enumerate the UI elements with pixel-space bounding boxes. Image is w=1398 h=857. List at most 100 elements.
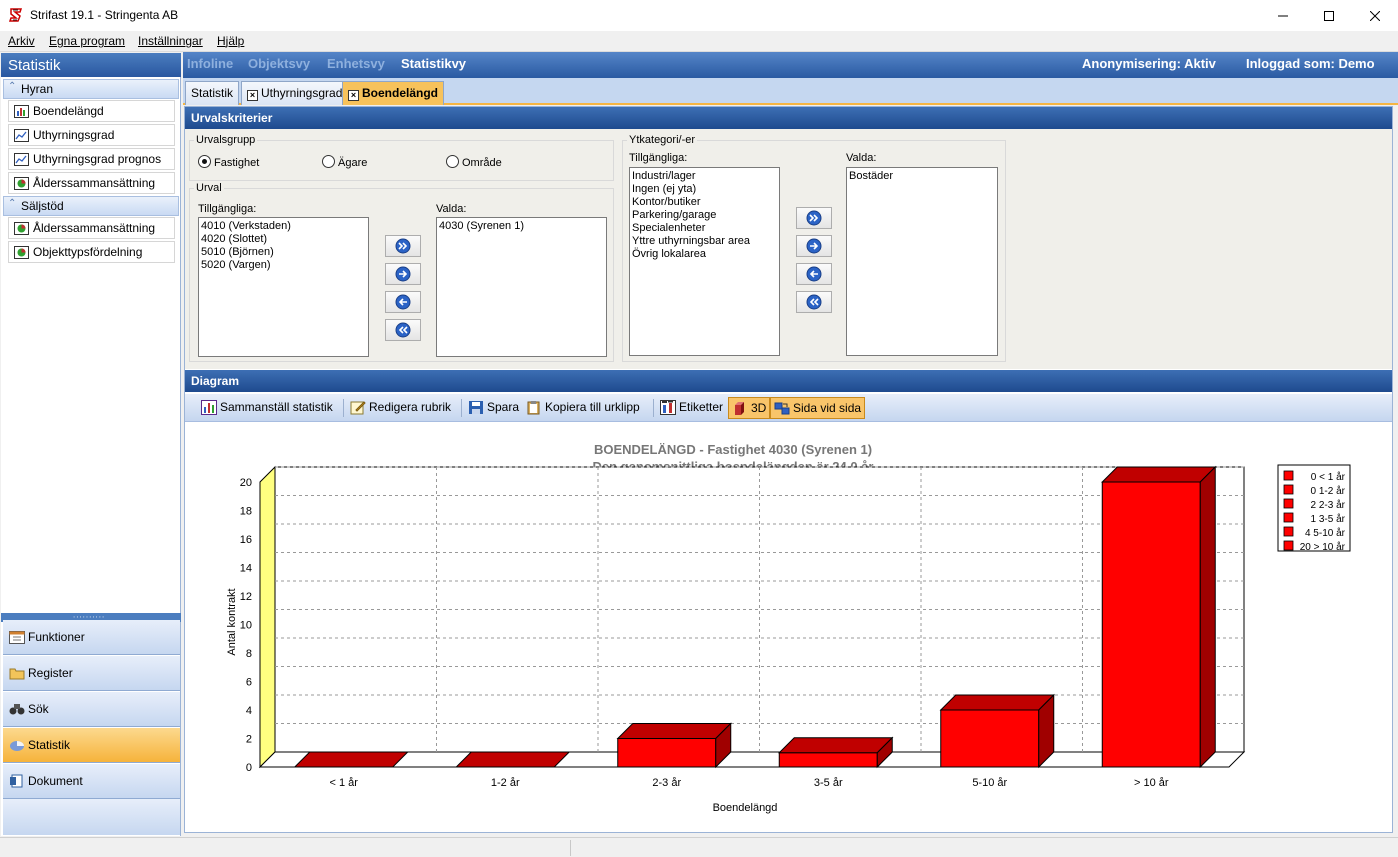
list-item[interactable]: Bostäder [849,170,995,183]
sidebar-item-alderssammansattning-saljstod[interactable]: Ålderssammansättning [8,217,175,239]
title-bar: Strifast 19.1 - Stringenta AB [0,0,1398,31]
list-item[interactable]: Parkering/garage [632,209,777,222]
yt-selected-label: Valda: [846,152,877,164]
link-infoline[interactable]: Infoline [187,56,233,71]
double-arrow-left-icon [395,322,411,338]
sidebar-item-alderssammansattning[interactable]: Ålderssammansättning [8,172,175,194]
maximize-button[interactable] [1306,0,1352,31]
y-tick-label: 8 [246,648,252,660]
side-by-side-button[interactable]: Sida vid sida [770,397,866,419]
labels-button[interactable]: Etiketter [657,397,726,419]
menu-arkiv[interactable]: Arkiv [8,34,35,48]
legend-label: 2 2-3 år [1311,499,1346,511]
tab-uthyrningsgrad[interactable]: × Uthyrningsgrad [241,81,349,105]
save-button[interactable]: Spara [465,397,522,419]
group-header-saljstod[interactable]: ⌃ Säljstöd [3,196,179,216]
main-header: Infoline Objektsvy Enhetsvy Statistikvy … [183,52,1398,78]
y-tick-label: 2 [246,734,252,746]
move-all-left-button[interactable] [385,319,421,341]
radio-checked-icon [198,155,211,168]
yt-move-left-button[interactable] [796,263,832,285]
list-item[interactable]: Ingen (ej yta) [632,183,777,196]
group-header-hyran[interactable]: ⌃ Hyran [3,79,179,99]
move-right-button[interactable] [385,263,421,285]
menu-egna-program[interactable]: Egna program [49,34,125,48]
yt-available-label: Tillgängliga: [629,152,688,164]
double-arrow-right-icon [395,238,411,254]
yt-move-all-left-button[interactable] [796,291,832,313]
status-bar [0,837,1398,857]
compile-statistics-button[interactable]: Sammanställ statistik [198,397,336,419]
yt-move-right-button[interactable] [796,235,832,257]
sidebar-item-uthyrningsgrad-prognos[interactable]: Uthyrningsgrad prognos [8,148,175,170]
urval-selected-list[interactable]: 4030 (Syrenen 1) [436,217,607,357]
yt-selected-list[interactable]: Bostäder [846,167,998,356]
link-enhetsvy[interactable]: Enhetsvy [327,56,385,71]
close-tab-icon[interactable]: × [247,90,258,101]
clipboard-icon [527,401,540,415]
x-tick-label: 3-5 år [814,777,843,789]
list-item[interactable]: Yttre uthyrningsbar area [632,235,777,248]
nav-register[interactable]: Register [3,656,180,691]
move-left-button[interactable] [385,291,421,313]
urval-legend: Urval [196,182,222,194]
menu-hjalp[interactable]: Hjälp [217,34,244,48]
yt-move-all-right-button[interactable] [796,207,832,229]
sidebar-item-objekttypsfordelning[interactable]: Objekttypsfördelning [8,241,175,263]
arrow-right-icon [395,266,411,282]
legend-label: 0 < 1 år [1311,471,1346,483]
app-logo-icon [8,8,23,22]
tab-boendelangd[interactable]: × Boendelängd [342,81,445,105]
sidebar-title: Statistik [1,53,181,77]
nav-sok[interactable]: Sök [3,692,180,727]
legend-swatch [1283,540,1294,551]
line-chart-icon [14,129,29,142]
close-button[interactable] [1352,0,1398,31]
bar-chart-icon [14,105,29,118]
sidebar-item-uthyrningsgrad[interactable]: Uthyrningsgrad [8,124,175,146]
tab-statistik[interactable]: Statistik [185,81,240,105]
list-item[interactable]: Industri/lager [632,170,777,183]
nav-dokument[interactable]: Dokument [3,764,180,799]
list-item[interactable]: 5020 (Vargen) [201,259,366,272]
bar-top [293,751,409,768]
plot-left-wall [259,465,276,769]
move-all-right-button[interactable] [385,235,421,257]
list-item[interactable]: Kontor/butiker [632,196,777,209]
yt-available-list[interactable]: Industri/lager Ingen (ej yta) Kontor/but… [629,167,780,356]
link-objektsvy[interactable]: Objektsvy [248,56,310,71]
x-tick-label: 5-10 år [972,777,1007,789]
menu-installningar[interactable]: Inställningar [138,34,203,48]
minimize-icon [1278,15,1288,16]
labels-chart-icon [660,400,676,415]
edit-title-button[interactable]: Redigera rubrik [347,397,454,419]
toggle-3d-button[interactable]: 3D [728,397,771,419]
list-item[interactable]: Specialenheter [632,222,777,235]
nav-statistik[interactable]: Statistik [3,728,180,763]
radio-omrade[interactable]: Område [446,155,502,169]
urval-available-label: Tillgängliga: [198,203,257,215]
bar-chart: BOENDELÄNGD - Fastighet 4030 (Syrenen 1)… [226,442,1351,814]
list-item[interactable]: 4030 (Syrenen 1) [439,220,604,233]
group-label: Hyran [21,82,54,96]
radio-fastighet[interactable]: Fastighet [198,155,259,169]
list-item[interactable]: 4020 (Slottet) [201,233,366,246]
copy-clipboard-button[interactable]: Kopiera till urklipp [523,397,643,419]
y-tick-label: 14 [240,563,252,575]
close-tab-icon[interactable]: × [348,90,359,101]
sidebar-item-boendelangd[interactable]: Boendelängd [8,100,175,122]
toolbar-separator [653,399,654,417]
y-tick-label: 20 [240,477,252,489]
minimize-button[interactable] [1260,0,1306,31]
list-item[interactable]: 4010 (Verkstaden) [201,220,366,233]
criteria-area: Urvalsgrupp Fastighet Ägare Område Urval… [185,129,1392,369]
legend-label: 1 3-5 år [1311,513,1346,525]
radio-agare[interactable]: Ägare [322,155,367,169]
link-statistikvy[interactable]: Statistikvy [401,56,466,71]
urval-available-list[interactable]: 4010 (Verkstaden) 4020 (Slottet) 5010 (B… [198,217,369,357]
list-item[interactable]: 5010 (Björnen) [201,246,366,259]
toolbar-separator [461,399,462,417]
nav-funktioner[interactable]: Funktioner [3,620,180,655]
collapse-chevron-icon: ⌃ [8,81,17,92]
list-item[interactable]: Övrig lokalarea [632,248,777,261]
